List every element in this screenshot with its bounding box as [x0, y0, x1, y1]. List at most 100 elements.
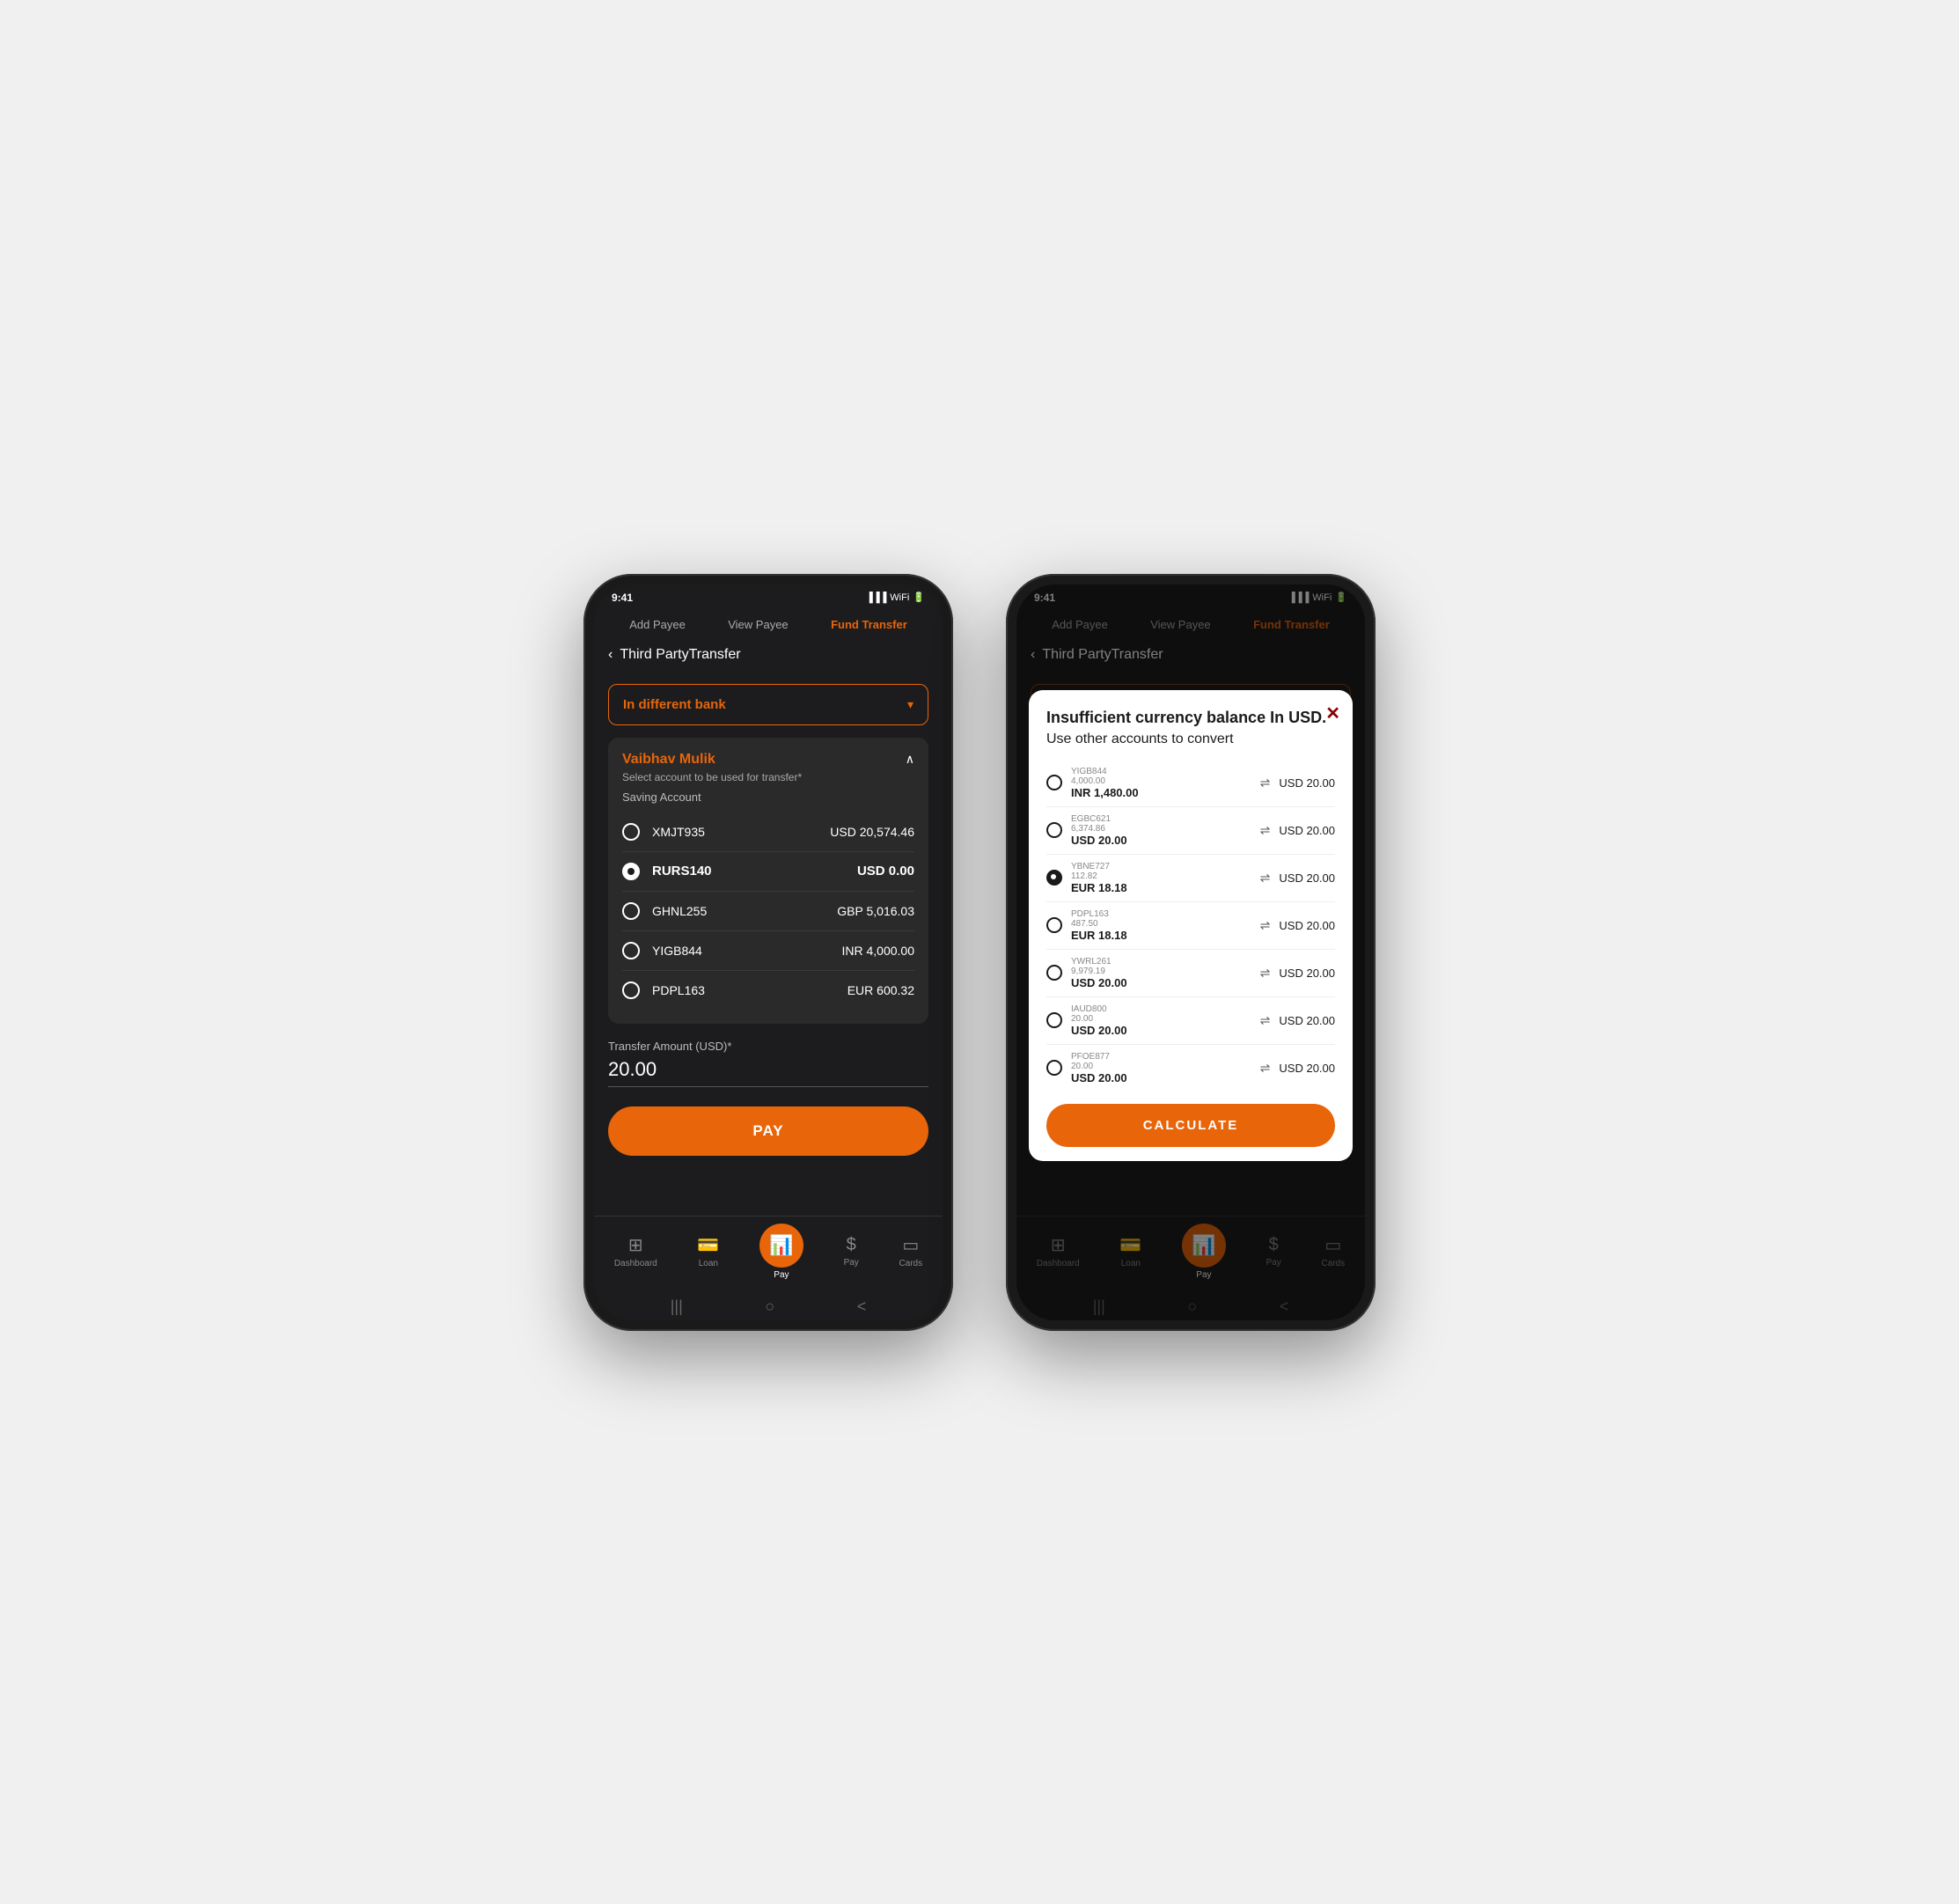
nav-loan-1[interactable]: 💳 Loan [697, 1234, 719, 1268]
conv-from-pdpl163: EUR 18.18 [1071, 929, 1251, 942]
conv-item-ybne727[interactable]: YBNE727 112.82 EUR 18.18 ⇌ USD 20.00 [1046, 855, 1335, 902]
modal-subtitle: Use other accounts to convert [1046, 731, 1335, 747]
status-time-1: 9:41 [612, 592, 633, 604]
conv-sub-pfoe877: 20.00 [1071, 1062, 1251, 1071]
phone-1: 9:41 ▐▐▐ WiFi 🔋 Add Payee View Payee Fun… [583, 574, 953, 1331]
conv-sub-yigb844: 4,000.00 [1071, 776, 1251, 786]
conv-to-pfoe877: USD 20.00 [1279, 1062, 1335, 1075]
chart-icon-1: 📊 [769, 1234, 793, 1257]
nav-fund-transfer-1[interactable]: Fund Transfer [831, 618, 907, 631]
nav-dashboard-1[interactable]: ⊞ Dashboard [614, 1234, 657, 1268]
conv-code-pfoe877: PFOE877 [1071, 1052, 1251, 1062]
radio-rurs140[interactable] [622, 863, 640, 880]
close-modal-button[interactable]: ✕ [1325, 702, 1340, 724]
radio-yigb844[interactable] [622, 942, 640, 959]
convert-arrow-icon-1: ⇌ [1260, 823, 1271, 838]
conv-info-ywrl261: YWRL261 9,979.19 USD 20.00 [1071, 957, 1251, 989]
conv-from-ywrl261: USD 20.00 [1071, 976, 1251, 989]
back-arrow-1[interactable]: ‹ [608, 647, 613, 663]
conv-sub-egbc621: 6,374.86 [1071, 824, 1251, 834]
nav-add-payee-1[interactable]: Add Payee [629, 618, 686, 631]
status-icons-1: ▐▐▐ WiFi 🔋 [866, 592, 925, 603]
bottom-nav-1: ⊞ Dashboard 💳 Loan 📊 Pay $ Pay [594, 1216, 943, 1294]
account-code-ghnl255: GHNL255 [652, 904, 837, 918]
account-item-pdpl163[interactable]: PDPL163 EUR 600.32 [622, 971, 914, 1010]
conv-radio-pfoe877[interactable] [1046, 1060, 1062, 1076]
phone-2: 9:41 ▐▐▐ WiFi 🔋 Add Payee View Payee Fun… [1006, 574, 1376, 1331]
account-item-rurs140[interactable]: RURS140 USD 0.00 [622, 852, 914, 892]
conv-to-yigb844: USD 20.00 [1279, 776, 1335, 790]
battery-icon: 🔋 [913, 592, 925, 603]
wifi-icon: WiFi [890, 592, 909, 603]
conv-from-pfoe877: USD 20.00 [1071, 1071, 1251, 1084]
phone-2-screen: 9:41 ▐▐▐ WiFi 🔋 Add Payee View Payee Fun… [1016, 584, 1365, 1320]
conv-item-pdpl163[interactable]: PDPL163 487.50 EUR 18.18 ⇌ USD 20.00 [1046, 902, 1335, 950]
conv-info-egbc621: EGBC621 6,374.86 USD 20.00 [1071, 814, 1251, 847]
conv-code-ywrl261: YWRL261 [1071, 957, 1251, 967]
account-item-yigb844[interactable]: YIGB844 INR 4,000.00 [622, 931, 914, 971]
nav-dashboard-label-1: Dashboard [614, 1259, 657, 1268]
modal-overlay-2: ✕ Insufficient currency balance In USD. … [1016, 584, 1365, 1320]
convert-arrow-icon-4: ⇌ [1260, 966, 1271, 981]
conv-item-pfoe877[interactable]: PFOE877 20.00 USD 20.00 ⇌ USD 20.00 [1046, 1045, 1335, 1092]
conv-item-yigb844[interactable]: YIGB844 4,000.00 INR 1,480.00 ⇌ USD 20.0… [1046, 760, 1335, 807]
radio-ghnl255[interactable] [622, 902, 640, 920]
convert-arrow-icon-6: ⇌ [1260, 1061, 1271, 1076]
calculate-button[interactable]: CALCULATE [1046, 1104, 1335, 1147]
phones-container: 9:41 ▐▐▐ WiFi 🔋 Add Payee View Payee Fun… [583, 574, 1376, 1331]
radio-xmjt935[interactable] [622, 823, 640, 841]
conv-radio-yigb844[interactable] [1046, 775, 1062, 790]
nav-cards-1[interactable]: ▭ Cards [899, 1234, 922, 1268]
conv-to-egbc621: USD 20.00 [1279, 824, 1335, 837]
conv-radio-iaud800[interactable] [1046, 1012, 1062, 1028]
home-pill-center-1: ○ [765, 1298, 774, 1316]
page-title-1: Third PartyTransfer [620, 647, 740, 663]
conv-item-egbc621[interactable]: EGBC621 6,374.86 USD 20.00 ⇌ USD 20.00 [1046, 807, 1335, 855]
home-pill-left-1: ||| [671, 1298, 683, 1316]
conv-to-iaud800: USD 20.00 [1279, 1014, 1335, 1027]
transfer-amount-input-1[interactable]: 20.00 [608, 1058, 928, 1087]
top-nav-1: Add Payee View Payee Fund Transfer [594, 611, 943, 642]
nav-view-payee-1[interactable]: View Payee [728, 618, 788, 631]
conv-radio-ybne727[interactable] [1046, 870, 1062, 886]
conv-to-ybne727: USD 20.00 [1279, 871, 1335, 885]
conv-to-ywrl261: USD 20.00 [1279, 967, 1335, 980]
account-item-ghnl255[interactable]: GHNL255 GBP 5,016.03 [622, 892, 914, 931]
account-balance-pdpl163: EUR 600.32 [847, 983, 914, 997]
conv-item-ywrl261[interactable]: YWRL261 9,979.19 USD 20.00 ⇌ USD 20.00 [1046, 950, 1335, 997]
conv-sub-iaud800: 20.00 [1071, 1014, 1251, 1024]
collapse-icon-1[interactable]: ∧ [906, 752, 914, 767]
home-indicator-1: ||| ○ < [594, 1294, 943, 1320]
conv-item-iaud800[interactable]: IAUD800 20.00 USD 20.00 ⇌ USD 20.00 [1046, 997, 1335, 1045]
nav-pay-center-label-1: Pay [774, 1270, 789, 1280]
conv-radio-pdpl163[interactable] [1046, 917, 1062, 933]
pay-center-icon-1[interactable]: 📊 [759, 1224, 803, 1268]
nav-loan-label-1: Loan [699, 1259, 718, 1268]
nav-pay-label-1: Pay [844, 1258, 859, 1268]
conv-from-ybne727: EUR 18.18 [1071, 881, 1251, 894]
conv-sub-ywrl261: 9,979.19 [1071, 967, 1251, 976]
conv-sub-pdpl163: 487.50 [1071, 919, 1251, 929]
conv-info-pfoe877: PFOE877 20.00 USD 20.00 [1071, 1052, 1251, 1084]
nav-cards-label-1: Cards [899, 1259, 922, 1268]
account-subtitle-1: Select account to be used for transfer* [622, 771, 802, 783]
convert-arrow-icon-0: ⇌ [1260, 776, 1271, 790]
conv-radio-ywrl261[interactable] [1046, 965, 1062, 981]
conv-radio-egbc621[interactable] [1046, 822, 1062, 838]
nav-pay-center-1[interactable]: 📊 Pay [759, 1224, 803, 1280]
account-item-xmjt935[interactable]: XMJT935 USD 20,574.46 [622, 812, 914, 852]
loan-icon-1: 💳 [697, 1234, 719, 1256]
account-balance-xmjt935: USD 20,574.46 [830, 825, 914, 839]
account-code-xmjt935: XMJT935 [652, 825, 830, 839]
nav-pay-1[interactable]: $ Pay [844, 1235, 859, 1268]
transfer-label-1: Transfer Amount (USD)* [608, 1040, 928, 1053]
account-type-label-1: Saving Account [622, 790, 914, 804]
radio-pdpl163[interactable] [622, 981, 640, 999]
account-owner-name-1: Vaibhav Mulik [622, 752, 802, 768]
pay-button-1[interactable]: PAY [608, 1106, 928, 1156]
bank-dropdown-1[interactable]: In different bank ▾ [608, 684, 928, 725]
account-info-xmjt935: XMJT935 [652, 825, 830, 839]
conv-code-pdpl163: PDPL163 [1071, 909, 1251, 919]
account-balance-rurs140: USD 0.00 [857, 864, 914, 878]
conv-code-iaud800: IAUD800 [1071, 1004, 1251, 1014]
